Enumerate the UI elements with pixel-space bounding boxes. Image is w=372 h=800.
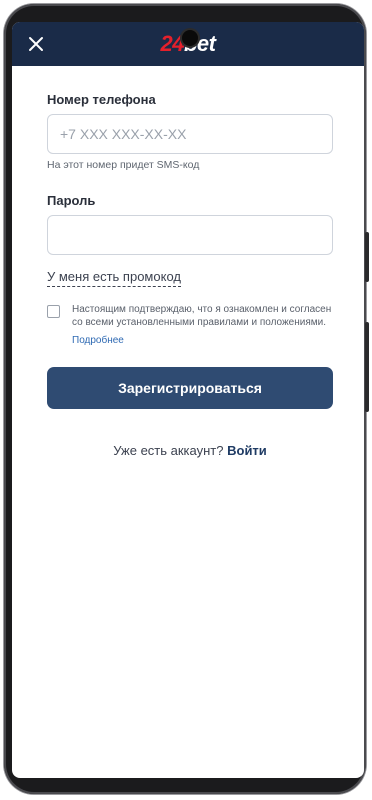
agreement-text: Настоящим подтверждаю, что я ознакомлен … xyxy=(72,304,332,328)
registration-form: Номер телефона На этот номер придет SMS-… xyxy=(47,92,333,458)
power-button xyxy=(365,322,369,412)
screen: 24bet Номер телефона На этот номер приде… xyxy=(12,22,364,778)
agreement-checkbox[interactable] xyxy=(47,305,60,318)
password-input[interactable] xyxy=(47,215,333,255)
phone-input[interactable] xyxy=(47,114,333,154)
phone-label: Номер телефона xyxy=(47,92,156,107)
phone-hint: На этот номер придет SMS-код xyxy=(47,159,200,171)
volume-button xyxy=(365,232,369,282)
more-details-link[interactable]: Подробнее xyxy=(72,334,333,347)
phone-frame: 24bet Номер телефона На этот номер приде… xyxy=(4,4,369,794)
app-header: 24 bet xyxy=(12,22,364,66)
close-icon xyxy=(29,37,43,51)
camera-hole xyxy=(182,30,198,46)
agreement-row: Настоящим подтверждаю, что я ознакомлен … xyxy=(47,303,333,347)
login-prompt: Уже есть аккаунт? Войти xyxy=(47,443,333,458)
agreement-text-block: Настоящим подтверждаю, что я ознакомлен … xyxy=(72,303,333,347)
logo-number: 24 xyxy=(160,31,185,56)
have-account-text: Уже есть аккаунт? xyxy=(113,443,224,458)
register-button[interactable]: Зарегистрироваться xyxy=(47,367,333,409)
promo-code-link[interactable]: У меня есть промокод xyxy=(47,269,181,287)
password-label: Пароль xyxy=(47,193,96,208)
close-button[interactable] xyxy=(24,32,48,56)
login-link[interactable]: Войти xyxy=(227,443,267,458)
